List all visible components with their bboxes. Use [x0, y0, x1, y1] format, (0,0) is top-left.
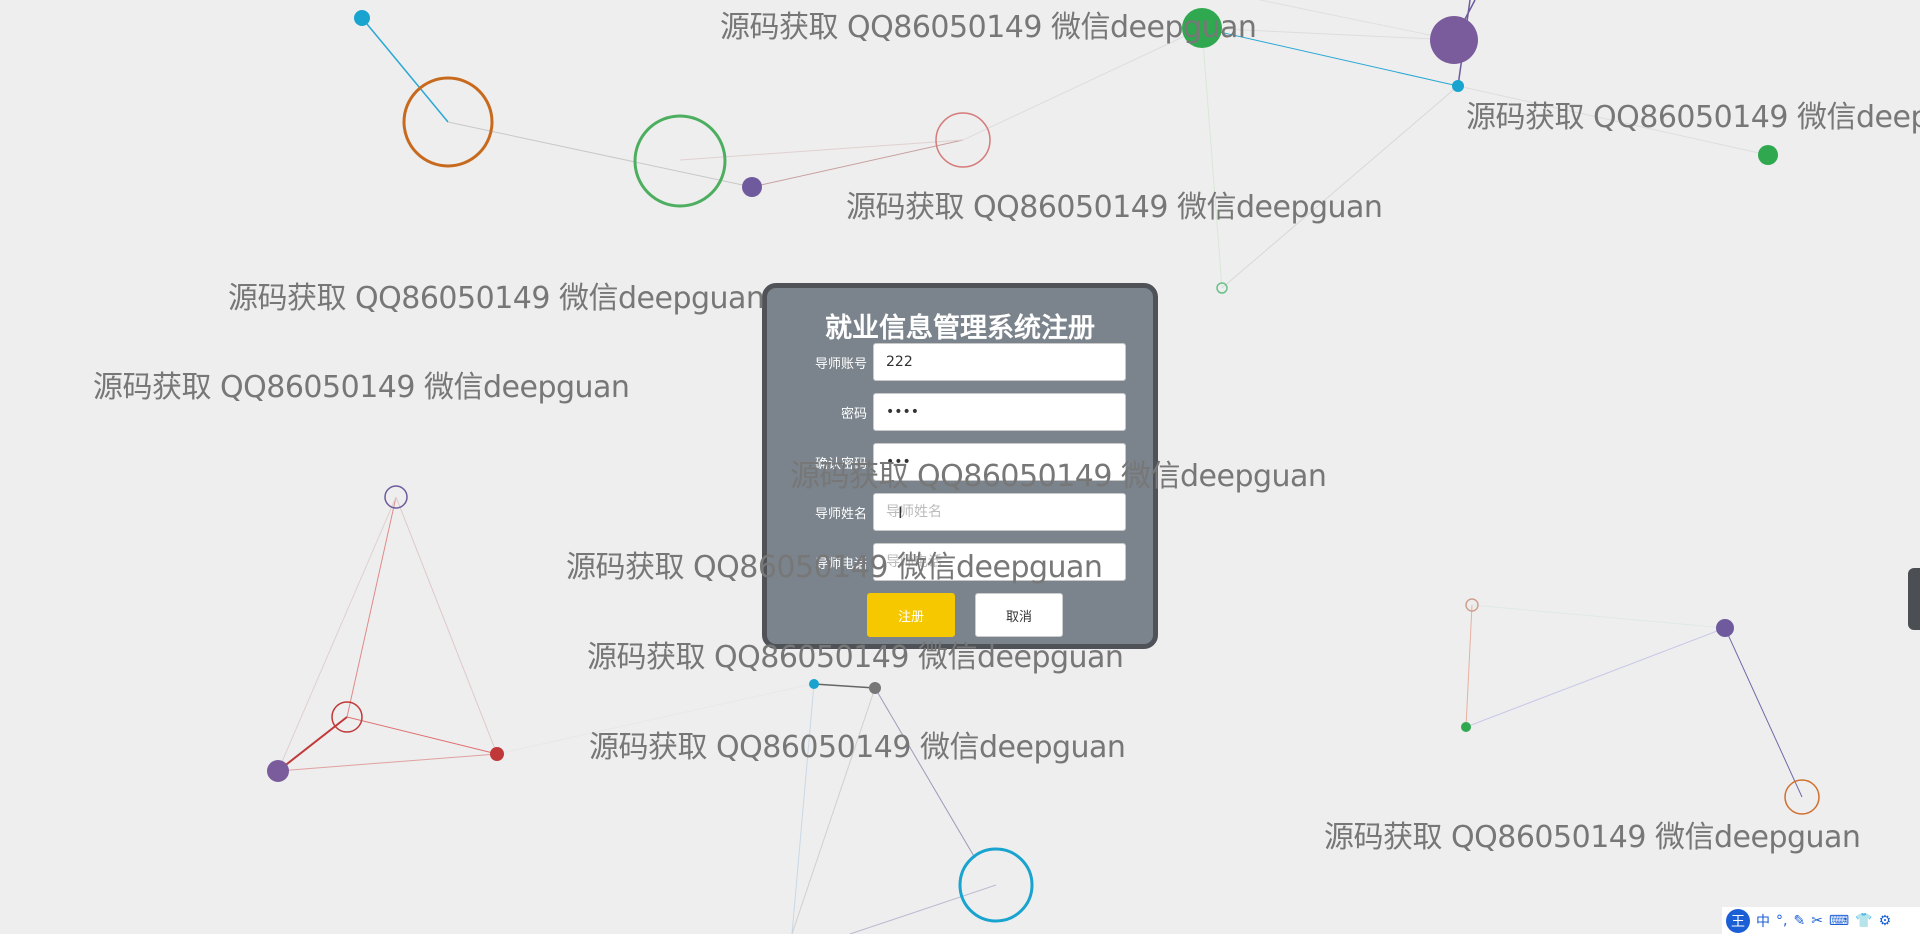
account-label: 导师账号 — [814, 357, 867, 372]
account-input[interactable] — [873, 343, 1126, 381]
confirm-password-label: 确认密码 — [814, 457, 867, 472]
confirm-password-input[interactable] — [873, 443, 1126, 481]
side-panel-handle[interactable] — [1908, 568, 1920, 630]
phone-input[interactable] — [873, 543, 1126, 581]
ime-handwriting-icon[interactable]: ✎ — [1793, 913, 1805, 929]
register-button[interactable]: 注册 — [867, 593, 955, 637]
ime-language-toggle[interactable]: 中 — [1756, 911, 1770, 931]
ime-scissors-icon[interactable]: ✂ — [1811, 913, 1823, 929]
register-dialog: 就业信息管理系统注册 导师账号 密码 确认密码 导师姓名 导师电话 注册 取消 — [762, 283, 1158, 649]
phone-label: 导师电话 — [814, 557, 867, 572]
password-label: 密码 — [840, 407, 867, 422]
password-input[interactable] — [873, 393, 1126, 431]
ime-logo-icon[interactable]: 王 — [1726, 908, 1750, 933]
ime-settings-icon[interactable]: ⚙ — [1879, 913, 1892, 929]
ime-skin-icon[interactable]: 👕 — [1855, 913, 1872, 929]
form-row-confirm-password: 确认密码 — [767, 443, 1153, 481]
dialog-title: 就业信息管理系统注册 — [825, 313, 1095, 344]
cancel-button[interactable]: 取消 — [975, 593, 1063, 637]
form-row-password: 密码 — [767, 393, 1153, 431]
form-row-account: 导师账号 — [767, 343, 1153, 381]
ime-keyboard-icon[interactable]: ⌨ — [1829, 913, 1849, 929]
ime-toolbar: 王 中 °, ✎ ✂ ⌨ 👕 ⚙ — [1722, 907, 1920, 934]
name-label: 导师姓名 — [814, 507, 867, 522]
name-input[interactable] — [873, 493, 1126, 531]
text-cursor-icon: I — [898, 503, 903, 522]
form-row-name: 导师姓名 — [767, 493, 1153, 531]
form-row-phone: 导师电话 — [767, 543, 1153, 581]
ime-punctuation-icon[interactable]: °, — [1776, 913, 1787, 929]
